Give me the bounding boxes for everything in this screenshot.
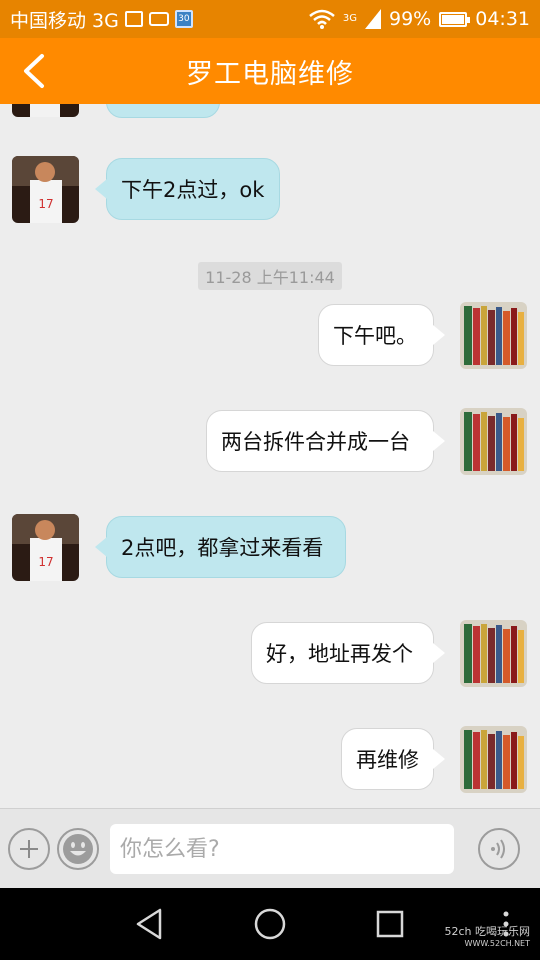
battery-percent: 99% <box>389 8 432 30</box>
message-bubble-incoming[interactable]: 下午2点过，ok <box>95 158 280 220</box>
message-bubble-outgoing[interactable]: 再维修 <box>341 728 445 790</box>
calendar-icon: 30 <box>174 10 193 28</box>
message-input-bar <box>0 808 540 888</box>
square-recents-icon <box>376 910 404 938</box>
emoji-button[interactable] <box>57 828 99 870</box>
battery-icon <box>439 11 471 27</box>
keyboard-icon <box>148 12 169 26</box>
carrier-label: 中国移动 3G <box>10 9 119 32</box>
wifi-icon <box>309 9 335 29</box>
watermark: 52ch 吃喝玩乐网 WWW.52CH.NET <box>444 923 530 948</box>
voice-wave-icon <box>491 839 505 859</box>
watermark-line: 52ch 吃喝玩乐网 <box>444 925 530 938</box>
image-notification-icon <box>124 11 143 27</box>
chat-area[interactable]: 17 下午2点过，ok 11-28 上午11:44 下午吧。 两台拆件合并成一台 <box>0 104 540 808</box>
chat-header: 罗工电脑维修 <box>0 38 540 104</box>
circle-home-icon <box>254 908 286 940</box>
contact-avatar[interactable]: 17 <box>12 156 79 223</box>
triangle-back-icon <box>136 908 162 940</box>
my-avatar[interactable] <box>460 408 527 475</box>
my-avatar[interactable] <box>460 302 527 369</box>
signal-icon <box>365 9 381 29</box>
contact-avatar[interactable] <box>12 104 79 117</box>
message-bubble-outgoing[interactable]: 两台拆件合并成一台 <box>206 410 445 472</box>
contact-avatar[interactable]: 17 <box>12 514 79 581</box>
my-avatar[interactable] <box>460 726 527 793</box>
nav-back-button[interactable] <box>132 906 168 942</box>
message-bubble-outgoing[interactable]: 好，地址再发个 <box>251 622 445 684</box>
watermark-url: WWW.52CH.NET <box>464 939 530 948</box>
add-attachment-button[interactable] <box>8 828 50 870</box>
message-bubble-outgoing[interactable]: 下午吧。 <box>318 304 445 366</box>
chevron-left-icon <box>24 54 44 88</box>
smiley-icon <box>63 834 93 864</box>
network-type-label: 3G <box>342 13 357 24</box>
my-avatar[interactable] <box>460 620 527 687</box>
system-navigation-bar: 52ch 吃喝玩乐网 WWW.52CH.NET <box>0 888 540 960</box>
message-input[interactable] <box>110 824 454 874</box>
nav-recents-button[interactable] <box>372 906 408 942</box>
nav-home-button[interactable] <box>252 906 288 942</box>
message-timestamp: 11-28 上午11:44 <box>198 262 342 290</box>
status-bar: 中国移动 3G 30 3G 99% 04:31 <box>0 0 540 38</box>
plus-icon <box>20 840 38 858</box>
page-title: 罗工电脑维修 <box>186 58 354 90</box>
message-bubble-incoming[interactable] <box>106 104 220 118</box>
back-button[interactable] <box>14 50 54 92</box>
svg-text:17: 17 <box>38 555 53 569</box>
svg-text:17: 17 <box>38 197 53 211</box>
voice-input-button[interactable] <box>478 828 520 870</box>
message-bubble-incoming[interactable]: 2点吧，都拿过来看看 <box>95 516 346 578</box>
clock: 04:31 <box>475 8 530 30</box>
